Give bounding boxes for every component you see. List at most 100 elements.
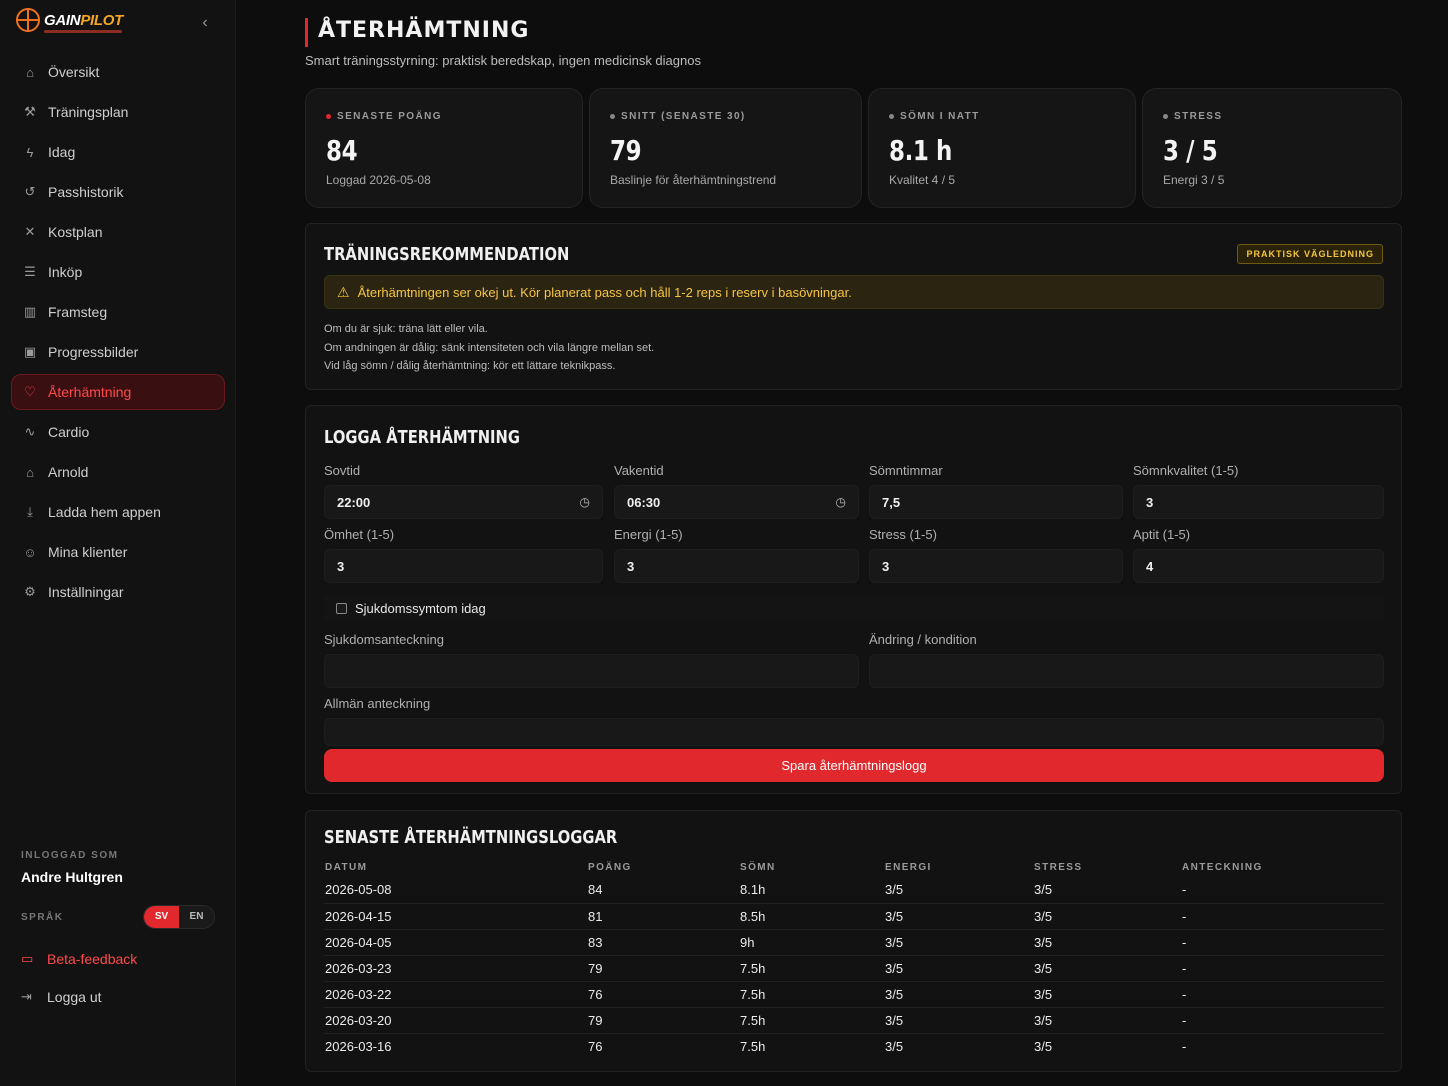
column-header: STRESS (1034, 861, 1083, 873)
clock-icon[interactable]: ◷ (836, 495, 846, 509)
table-row: 2026-03-23 79 7.5h 3/5 3/5- (324, 955, 1384, 982)
energi-input[interactable]: 3 (614, 549, 859, 583)
symptom-checkbox-row[interactable]: Sjukdomssymtom idag (324, 595, 1384, 621)
sidebar-item-framsteg[interactable]: ▥ Framsteg (11, 294, 225, 330)
table-cell: 2026-03-16 (325, 1038, 392, 1054)
column-header: DATUM (325, 861, 368, 873)
table-cell: - (1182, 1038, 1187, 1054)
stat-sub: Kvalitet 4 / 5 (889, 173, 956, 187)
table-cell: - (1181, 903, 1384, 930)
brand-logo[interactable]: GAINPILOT (16, 8, 123, 33)
save-recovery-log-button[interactable]: Spara återhämtningslogg (324, 749, 1384, 782)
allman-note-input[interactable] (324, 718, 1384, 746)
sidebar-item-kostplan[interactable]: ✕ Kostplan (11, 214, 225, 250)
sidebar: GAINPILOT ‹ ⌂ Översikt ⚒ Träningsplan ϟ Ida… (0, 0, 236, 1086)
table-cell: 3/5 (885, 1038, 904, 1054)
table-cell: 9h (739, 929, 884, 956)
sidebar-item-oversikt[interactable]: ⌂ Översikt (11, 54, 225, 90)
symptom-checkbox[interactable] (336, 602, 347, 614)
table-cell: 76 (588, 1038, 603, 1054)
table-cell: 81 (587, 903, 739, 930)
omhet-input[interactable]: 3 (324, 549, 603, 583)
table-cell: 7.5h (739, 955, 884, 982)
tip-line: Om andningen är dålig: sänk intensiteten… (324, 341, 655, 354)
stat-label: SENASTE POÄNG (326, 111, 582, 122)
column-header: ANTECKNING (1182, 861, 1263, 873)
status-dot-icon (610, 114, 615, 119)
stress-input[interactable]: 3 (869, 549, 1123, 583)
stat-card-stress: STRESS 3 / 5 Energi 3 / 5 (1142, 88, 1402, 208)
table-cell: 3/5 (1033, 903, 1181, 930)
sidebar-item-label: Mina klienter (48, 544, 128, 560)
page-subtitle: Smart träningsstyrning: praktisk beredsk… (305, 53, 701, 68)
history-icon: ↺ (24, 184, 36, 199)
table-cell: 7.5h (739, 981, 884, 1008)
logout-icon: ⇥ (21, 989, 32, 1004)
sidebar-item-installningar[interactable]: ⚙ Inställningar (11, 574, 225, 610)
logged-in-label: INLOGGAD SOM (21, 850, 119, 861)
table-cell: 3/5 (1033, 929, 1181, 956)
sidebar-item-mina-klienter[interactable]: ☺ Mina klienter (11, 534, 225, 570)
sidebar-item-progressbilder[interactable]: ▣ Progressbilder (11, 334, 225, 370)
user-name: Andre Hultgren (21, 869, 123, 885)
chart-icon: ▥ (23, 304, 37, 319)
table-cell: 83 (587, 929, 739, 956)
sidebar-item-label: Träningsplan (48, 104, 129, 120)
table-cell: 84 (587, 877, 739, 904)
sidebar-item-inkop[interactable]: ☰ Inköp (11, 254, 225, 290)
vakentid-label: Vakentid (614, 463, 664, 478)
table-cell: 3/5 (1033, 955, 1181, 982)
column-header: ENERGI (885, 861, 932, 873)
table-row: 2026-03-20 79 7.5h 3/5 3/5- (324, 1007, 1384, 1034)
table-cell: 3/5 (884, 903, 1033, 930)
sidebar-item-cardio[interactable]: ∿ Cardio (11, 414, 225, 450)
tip-line: Vid låg sömn / dålig återhämtning: kör e… (324, 360, 616, 372)
somnkvalitet-input[interactable]: 3 (1133, 485, 1384, 519)
table-cell: 3/5 (884, 877, 1033, 904)
table-row: 2026-03-16 76 7.5h 3/5 3/5 - (324, 1033, 1384, 1059)
tip-line: Om du är sjuk: träna lätt eller vila. (324, 323, 488, 335)
sjuk-note-label: Sjukdomsanteckning (324, 632, 444, 647)
sidebar-item-aterhamtning[interactable]: ♡ Återhämtning (11, 374, 225, 410)
stat-sub: Energi 3 / 5 (1163, 173, 1225, 187)
sidebar-item-label: Ladda hem appen (48, 504, 161, 520)
stat-label: STRESS (1163, 111, 1401, 122)
status-dot-icon (326, 114, 331, 119)
somntimmar-input[interactable]: 7,5 (869, 485, 1123, 519)
table-cell: 7.5h (740, 1038, 766, 1054)
sidebar-item-ladda-hem-appen[interactable]: ⤓ Ladda hem appen (11, 494, 225, 530)
stat-label: SNITT (SENASTE 30) (610, 111, 861, 122)
status-dot-icon (1163, 114, 1168, 119)
table-cell: - (1181, 955, 1384, 982)
table-cell: 76 (587, 981, 739, 1008)
sidebar-item-arnold[interactable]: ⌂ Arnold (11, 454, 225, 490)
sovtid-input[interactable]: 22:00 ◷ (324, 485, 603, 519)
clock-icon[interactable]: ◷ (580, 495, 590, 509)
table-row: 2026-04-05 83 9h 3/5 3/5- (324, 929, 1384, 956)
table-cell: 79 (587, 1007, 739, 1034)
beta-feedback-link[interactable]: ▭ Beta-feedback (21, 951, 215, 967)
list-icon: ☰ (24, 264, 36, 279)
status-dot-icon (889, 114, 894, 119)
table-cell: 8.5h (739, 903, 884, 930)
table-row: 2026-04-15 81 8.5h 3/5 3/5- (324, 903, 1384, 930)
sidebar-item-idag[interactable]: ϟ Idag (11, 134, 225, 170)
sidebar-item-passhistorik[interactable]: ↺ Passhistorik (11, 174, 225, 210)
sidebar-item-label: Översikt (48, 64, 100, 80)
logout-link[interactable]: ⇥ Logga ut (21, 989, 215, 1005)
stat-value: 79 (610, 134, 642, 167)
andring-input[interactable] (869, 654, 1384, 688)
table-cell: - (1181, 1007, 1384, 1034)
andring-label: Ändring / kondition (869, 632, 977, 647)
stat-card-average: SNITT (SENASTE 30) 79 Baslinje för återh… (589, 88, 862, 208)
lang-sv-button[interactable]: SV (144, 906, 179, 928)
allman-note-label: Allmän anteckning (324, 696, 431, 711)
sjuk-note-input[interactable] (324, 654, 859, 688)
sidebar-item-traningsplan[interactable]: ⚒ Träningsplan (11, 94, 225, 130)
lang-en-button[interactable]: EN (179, 906, 214, 928)
aptit-input[interactable]: 4 (1133, 549, 1384, 583)
chevron-left-icon[interactable]: ‹ (196, 14, 214, 32)
vakentid-input[interactable]: 06:30 ◷ (614, 485, 859, 519)
table-cell: 8.1h (739, 877, 884, 904)
symptom-label: Sjukdomssymtom idag (355, 600, 486, 616)
